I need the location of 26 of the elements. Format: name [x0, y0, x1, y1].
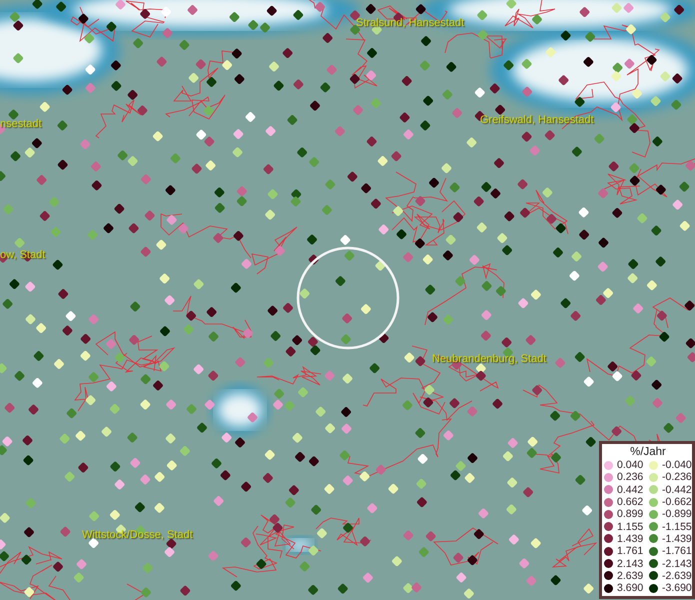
legend-value: 1.761 — [616, 545, 644, 558]
legend-value: -0.040 — [661, 459, 691, 472]
legend-value: 0.662 — [616, 496, 644, 508]
legend-value: -1.761 — [661, 545, 691, 558]
legend-value: 1.155 — [616, 520, 644, 533]
legend-value: -0.236 — [661, 471, 691, 484]
legend-value: 0.899 — [616, 508, 644, 520]
legend-value: -0.662 — [661, 496, 691, 508]
legend-value: -3.690 — [661, 582, 691, 594]
legend-value: -0.442 — [661, 484, 691, 496]
place-label: Stralsund, Hansestadt — [356, 17, 464, 29]
legend-value: 2.143 — [616, 558, 644, 570]
legend-value: 0.442 — [616, 484, 644, 496]
place-label: Wittstock/Dosse, Stadt — [82, 529, 193, 541]
legend-value: 0.236 — [616, 471, 644, 484]
legend-title: %/Jahr — [629, 445, 667, 459]
legend-value: -2.143 — [661, 558, 691, 570]
legend-value: -1.155 — [661, 520, 691, 533]
legend-value: 0.040 — [616, 459, 644, 472]
legend-value: 1.439 — [616, 532, 644, 545]
legend-value: -0.899 — [661, 508, 691, 520]
legend-value: -2.639 — [661, 570, 691, 582]
legend-value: 2.639 — [616, 570, 644, 582]
legend-value: 3.690 — [616, 582, 644, 594]
place-label: nsestadt — [0, 118, 42, 130]
legend-value: -1.439 — [661, 532, 691, 545]
